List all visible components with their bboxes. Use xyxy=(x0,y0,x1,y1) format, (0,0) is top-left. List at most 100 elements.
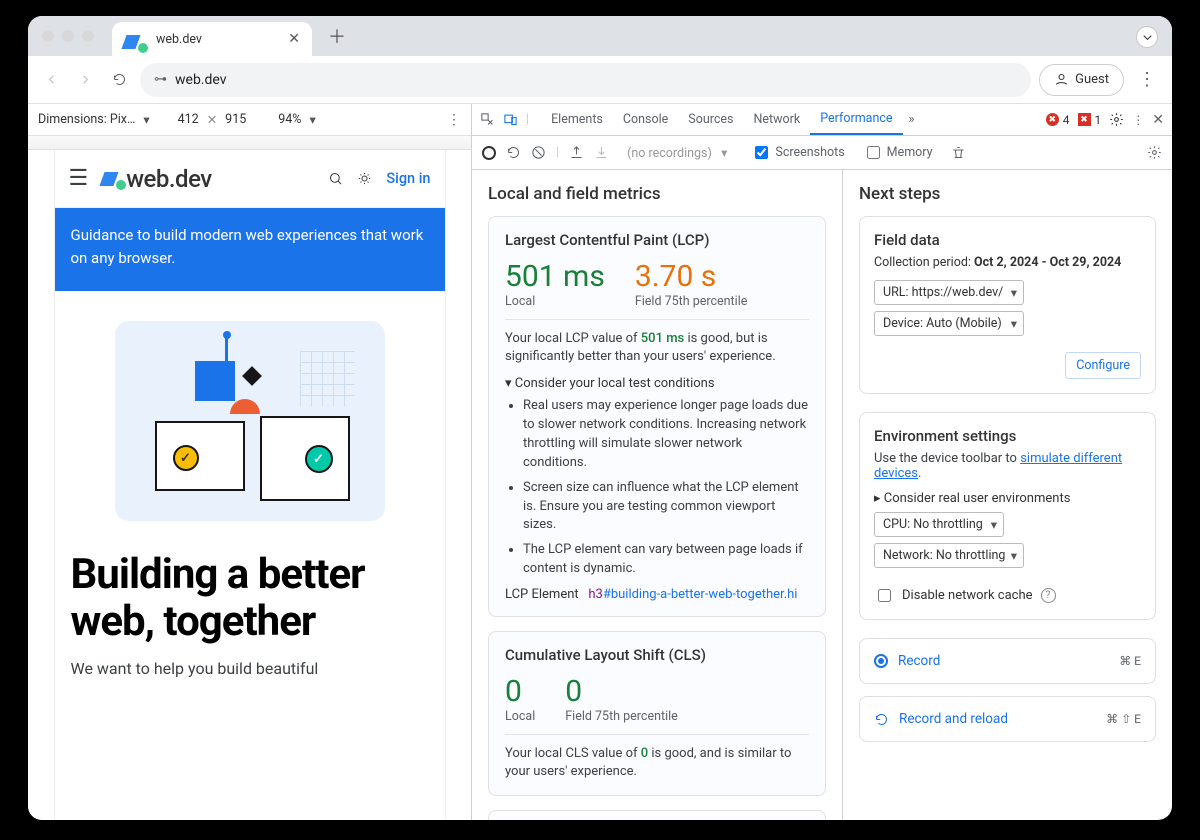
new-tab-button[interactable]: ＋ xyxy=(320,19,354,53)
zoom-select[interactable]: 94% xyxy=(278,112,301,127)
gear-icon[interactable] xyxy=(1147,145,1162,160)
tab-console[interactable]: Console xyxy=(613,104,678,135)
lcp-description: Your local LCP value of 501 ms is good, … xyxy=(505,330,809,366)
next-steps-heading: Next steps xyxy=(859,184,1156,204)
configure-button[interactable]: Configure xyxy=(1065,352,1141,379)
site-logo[interactable]: web.dev xyxy=(102,165,211,193)
tab-elements[interactable]: Elements xyxy=(541,104,613,135)
record-action[interactable]: Record ⌘ E xyxy=(859,638,1156,684)
errors-badge[interactable]: 4 xyxy=(1046,113,1070,127)
cls-local-value: 0 xyxy=(505,674,535,709)
page-subtext: We want to help you build beautiful xyxy=(71,659,429,678)
device-mode-icon[interactable] xyxy=(503,112,518,127)
guest-avatar-icon xyxy=(1054,72,1069,87)
record-toggle-icon[interactable] xyxy=(482,146,496,160)
screenshots-checkbox[interactable]: Screenshots xyxy=(751,143,844,162)
window-min-dot[interactable] xyxy=(62,30,74,42)
url-select[interactable]: URL: https://web.dev/ xyxy=(874,280,1024,305)
cls-card: Cumulative Layout Shift (CLS) 0 Local 0 … xyxy=(488,631,826,796)
field-data-card: Field data Collection period: Oct 2, 202… xyxy=(859,216,1156,394)
tab-title: web.dev xyxy=(156,32,202,47)
environment-card: Environment settings Use the device tool… xyxy=(859,412,1156,620)
address-bar[interactable]: ⊶ web.dev xyxy=(140,63,1031,97)
tab-performance[interactable]: Performance xyxy=(810,104,902,135)
browser-tab[interactable]: web.dev ✕ xyxy=(112,22,312,56)
site-info-icon[interactable]: ⊶ xyxy=(154,72,167,87)
hero-illustration: ✓ ✓ xyxy=(115,321,385,521)
back-button[interactable] xyxy=(38,67,64,93)
inp-card: Interaction to Next Paint (INP) xyxy=(488,810,826,820)
devtools-menu-button[interactable]: ⋮ xyxy=(1132,113,1144,127)
search-icon[interactable] xyxy=(328,171,343,186)
lcp-field-value: 3.70 s xyxy=(635,259,748,294)
dropdown-arrow-icon: ▾ xyxy=(309,112,315,128)
tab-network[interactable]: Network xyxy=(743,104,810,135)
clear-icon[interactable] xyxy=(531,145,546,160)
window-close-dot[interactable] xyxy=(42,30,54,42)
device-preview-column: Dimensions: Pix… ▾ 412 ✕ 915 94% ▾ ⋮ ☰ w… xyxy=(28,104,472,820)
times-icon: ✕ xyxy=(207,112,217,128)
cls-field-value: 0 xyxy=(565,674,678,709)
memory-checkbox[interactable]: Memory xyxy=(863,143,933,162)
hero-banner: Guidance to build modern web experiences… xyxy=(55,208,445,291)
gear-icon[interactable] xyxy=(1109,112,1124,127)
download-icon[interactable] xyxy=(594,145,609,160)
recordings-select[interactable]: (no recordings) ▾ xyxy=(627,145,727,161)
env-description: Use the device toolbar to simulate diffe… xyxy=(874,451,1141,481)
env-disclosure[interactable]: Consider real user environments xyxy=(874,491,1141,506)
cls-field-label: Field 75th percentile xyxy=(565,709,678,724)
theme-toggle-icon[interactable] xyxy=(357,171,372,186)
cpu-throttle-select[interactable]: CPU: No throttling xyxy=(874,512,1004,537)
devtools-close-icon[interactable]: ✕ xyxy=(1152,112,1164,128)
metrics-heading: Local and field metrics xyxy=(488,184,826,204)
reload-button[interactable] xyxy=(106,67,132,93)
cls-description: Your local CLS value of 0 is good, and i… xyxy=(505,745,809,781)
reload-icon xyxy=(874,712,889,727)
device-select[interactable]: Device: Auto (Mobile) xyxy=(874,311,1024,336)
dimensions-select[interactable]: Dimensions: Pix… xyxy=(38,112,135,127)
help-icon[interactable]: ? xyxy=(1041,588,1056,603)
devtools-tabs: | Elements Console Sources Network Perfo… xyxy=(472,104,1172,136)
address-text: web.dev xyxy=(175,72,227,88)
address-toolbar: ⊶ web.dev Guest ⋮ xyxy=(28,56,1172,104)
lcp-card: Largest Contentful Paint (LCP) 501 ms Lo… xyxy=(488,216,826,617)
devtools-panel: | Elements Console Sources Network Perfo… xyxy=(472,104,1172,820)
lcp-element-link[interactable]: h3#building-a-better-web-together.hi xyxy=(588,587,797,602)
collection-period: Collection period: Oct 2, 2024 - Oct 29,… xyxy=(874,255,1141,270)
tab-close-icon[interactable]: ✕ xyxy=(288,31,300,47)
list-item: Real users may experience longer page lo… xyxy=(523,397,809,472)
chrome-menu-button[interactable]: ⋮ xyxy=(1132,69,1162,90)
menu-icon[interactable]: ☰ xyxy=(69,166,89,191)
tabs-overflow-button[interactable] xyxy=(1136,26,1158,48)
network-throttle-select[interactable]: Network: No throttling xyxy=(874,543,1024,568)
garbage-collect-icon[interactable] xyxy=(951,145,966,160)
preview-canvas: ☰ web.dev Sign in Guidance to build mode… xyxy=(28,150,471,820)
inspect-icon[interactable] xyxy=(480,112,495,127)
cls-local-label: Local xyxy=(505,709,535,724)
record-reload-action[interactable]: Record and reload ⌘ ⇧ E xyxy=(859,696,1156,742)
tabs-overflow-icon[interactable]: » xyxy=(903,112,921,127)
disable-cache-checkbox[interactable] xyxy=(878,589,891,602)
next-steps-panel: Next steps Field data Collection period:… xyxy=(842,170,1172,820)
profile-label: Guest xyxy=(1075,72,1109,87)
issues-badge[interactable]: 1 xyxy=(1078,113,1102,127)
tab-strip: web.dev ✕ ＋ xyxy=(28,16,1172,56)
sign-in-link[interactable]: Sign in xyxy=(386,170,430,187)
upload-icon[interactable] xyxy=(569,145,584,160)
window-max-dot[interactable] xyxy=(82,30,94,42)
reload-trace-icon[interactable] xyxy=(506,145,521,160)
device-menu-button[interactable]: ⋮ xyxy=(447,112,461,128)
env-title: Environment settings xyxy=(874,427,1141,445)
tab-sources[interactable]: Sources xyxy=(678,104,743,135)
performance-toolbar: | (no recordings) ▾ Screenshots Memory xyxy=(472,136,1172,170)
width-input[interactable]: 412 xyxy=(178,112,199,127)
profile-button[interactable]: Guest xyxy=(1039,64,1124,96)
record-label: Record xyxy=(898,653,940,669)
mobile-viewport: ☰ web.dev Sign in Guidance to build mode… xyxy=(55,150,445,820)
lcp-field-label: Field 75th percentile xyxy=(635,294,748,309)
lcp-disclosure[interactable]: Consider your local test conditions xyxy=(505,376,809,391)
page-heading: Building a better web, together xyxy=(71,551,429,645)
forward-button[interactable] xyxy=(72,67,98,93)
cls-title: Cumulative Layout Shift (CLS) xyxy=(505,646,809,664)
height-input[interactable]: 915 xyxy=(225,112,246,127)
